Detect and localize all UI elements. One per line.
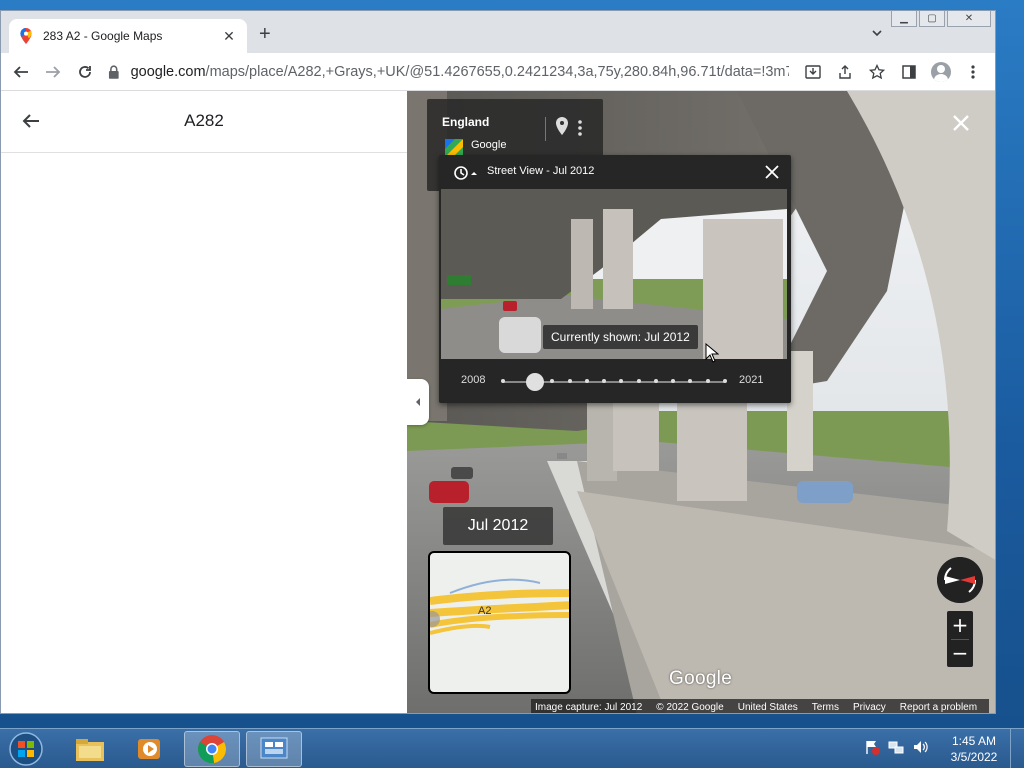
forward-arrow-icon bbox=[46, 65, 61, 78]
reload-icon bbox=[79, 65, 91, 78]
collapse-side-panel-button[interactable] bbox=[407, 379, 429, 425]
timeline-stop[interactable] bbox=[653, 379, 658, 383]
window-close-button[interactable]: ✕ bbox=[947, 11, 991, 27]
clock-date: 3/5/2022 bbox=[950, 750, 998, 764]
minimap-road-label: A2 bbox=[478, 605, 492, 617]
time-machine-panel: Street View - Jul 2012 Currently shown: … bbox=[439, 155, 791, 403]
timeline-stop[interactable] bbox=[705, 379, 710, 383]
browser-menu-icon[interactable] bbox=[961, 60, 985, 84]
close-street-view-icon[interactable] bbox=[951, 113, 971, 133]
system-tray bbox=[864, 739, 928, 755]
taskbar-clock[interactable]: 1:45 AM 3/5/2022 bbox=[944, 733, 1004, 765]
timeline-stop[interactable] bbox=[501, 379, 505, 383]
terms-link[interactable]: Terms bbox=[812, 702, 839, 713]
browser-toolbar: google.com/maps/place/A282,+Grays,+UK/@5… bbox=[1, 53, 995, 91]
provider-name: Google bbox=[471, 139, 507, 151]
show-desktop-button[interactable] bbox=[1010, 729, 1024, 768]
region-link[interactable]: United States bbox=[738, 702, 798, 713]
zoom-out-button[interactable]: − bbox=[947, 640, 973, 666]
time-machine-title: Street View - Jul 2012 bbox=[487, 165, 595, 177]
window-controls: ▁ ▢ ✕ bbox=[891, 11, 991, 27]
taskbar: 1:45 AM 3/5/2022 bbox=[0, 728, 1024, 768]
volume-icon[interactable] bbox=[912, 739, 928, 755]
maximize-button[interactable]: ▢ bbox=[919, 11, 945, 27]
start-button[interactable] bbox=[6, 731, 46, 767]
compass-icon[interactable] bbox=[937, 557, 983, 603]
copyright: © 2022 Google bbox=[656, 701, 724, 713]
zoom-controls: + − bbox=[947, 611, 973, 667]
minimize-button[interactable]: ▁ bbox=[891, 11, 917, 27]
action-center-flag-icon[interactable] bbox=[864, 739, 880, 755]
minimap[interactable]: A2 bbox=[428, 551, 571, 694]
timeline-stop[interactable] bbox=[723, 379, 727, 383]
network-icon[interactable] bbox=[888, 739, 904, 755]
new-tab-button[interactable]: + bbox=[259, 24, 271, 44]
divider bbox=[545, 117, 546, 141]
history-clock-icon[interactable] bbox=[453, 165, 477, 181]
attribution-footer: Image capture: Jul 2012 © 2022 Google Un… bbox=[531, 699, 990, 713]
image-capture-date: Image capture: Jul 2012 bbox=[535, 701, 643, 713]
minimap-roads bbox=[430, 578, 569, 635]
browser-window: 283 A2 - Google Maps ✕ + ▁ ▢ ✕ google.co… bbox=[0, 10, 996, 714]
taskbar-media-player[interactable] bbox=[122, 731, 178, 767]
timeline-end-year: 2021 bbox=[739, 374, 764, 386]
mouse-cursor-icon bbox=[705, 343, 719, 363]
tab-close-icon[interactable]: ✕ bbox=[221, 28, 237, 45]
timeline-stop[interactable] bbox=[636, 379, 641, 383]
timeline-knob[interactable] bbox=[526, 373, 544, 391]
timeline-slider[interactable]: 2008 2021 bbox=[439, 367, 791, 397]
url-text: google.com/maps/place/A282,+Grays,+UK/@5… bbox=[130, 64, 789, 80]
folder-icon bbox=[76, 739, 104, 761]
more-options-icon[interactable] bbox=[577, 119, 583, 137]
maps-page: A282 England Google Street View - Jul 20… bbox=[1, 91, 995, 713]
taskbar-control-panel[interactable] bbox=[246, 731, 302, 767]
clock-time: 1:45 AM bbox=[951, 734, 997, 748]
privacy-link[interactable]: Privacy bbox=[853, 702, 886, 713]
side-panel-icon[interactable] bbox=[897, 60, 921, 84]
place-title: A282 bbox=[184, 111, 224, 130]
address-bar[interactable]: google.com/maps/place/A282,+Grays,+UK/@5… bbox=[107, 58, 789, 86]
control-panel-icon bbox=[260, 737, 288, 759]
profile-avatar[interactable] bbox=[929, 60, 953, 84]
install-app-icon[interactable] bbox=[801, 60, 825, 84]
close-time-machine-icon[interactable] bbox=[763, 163, 781, 181]
time-machine-header: Street View - Jul 2012 bbox=[439, 155, 791, 189]
taskbar-explorer[interactable] bbox=[62, 731, 118, 767]
side-panel-header: A282 bbox=[1, 91, 407, 153]
current-date-tooltip: Currently shown: Jul 2012 bbox=[543, 325, 698, 349]
timeline-stop[interactable] bbox=[567, 379, 572, 383]
share-icon[interactable] bbox=[833, 60, 857, 84]
timeline-start-year: 2008 bbox=[461, 374, 486, 386]
back-arrow-icon bbox=[13, 65, 28, 78]
lock-icon[interactable] bbox=[107, 65, 121, 79]
reload-button[interactable] bbox=[73, 60, 97, 84]
report-problem-link[interactable]: Report a problem bbox=[900, 702, 977, 713]
side-panel: A282 bbox=[1, 91, 407, 713]
tab-search-chevron-icon[interactable] bbox=[871, 27, 883, 39]
bookmark-star-icon[interactable] bbox=[865, 60, 889, 84]
back-button[interactable] bbox=[9, 60, 33, 84]
capture-date-badge: Jul 2012 bbox=[443, 507, 553, 545]
zoom-in-button[interactable]: + bbox=[947, 612, 973, 638]
location-pin-icon[interactable] bbox=[555, 117, 569, 137]
google-watermark: Google bbox=[669, 668, 733, 689]
tab-google-maps[interactable]: 283 A2 - Google Maps ✕ bbox=[9, 19, 247, 53]
taskbar-chrome[interactable] bbox=[184, 731, 240, 767]
timeline-stop[interactable] bbox=[584, 379, 589, 383]
forward-button[interactable] bbox=[41, 60, 65, 84]
google-maps-icon bbox=[20, 28, 32, 44]
street-view[interactable]: England Google Street View - Jul 2012 Cu… bbox=[407, 91, 995, 713]
region-name: England bbox=[442, 115, 490, 129]
tab-strip: 283 A2 - Google Maps ✕ + ▁ ▢ ✕ bbox=[1, 11, 995, 53]
avatar bbox=[931, 62, 951, 82]
chevron-left-icon bbox=[416, 398, 420, 406]
media-player-icon bbox=[138, 739, 160, 759]
tab-title: 283 A2 - Google Maps bbox=[43, 29, 163, 43]
toolbar-actions bbox=[801, 60, 985, 84]
chrome-icon bbox=[198, 735, 226, 764]
